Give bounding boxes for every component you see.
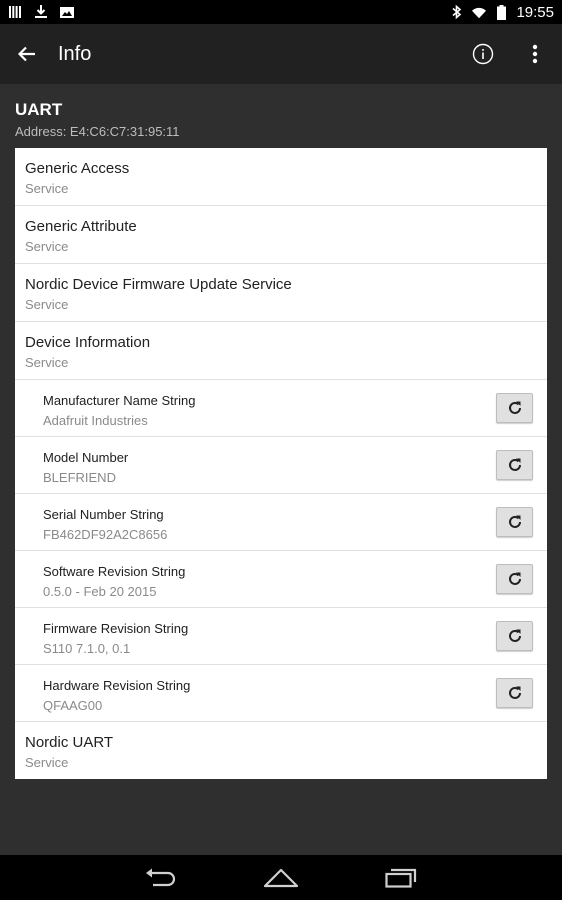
list-item-title: Device Information	[25, 334, 151, 351]
nav-recents-button[interactable]	[381, 863, 421, 893]
list-item-dfu-service[interactable]: Nordic Device Firmware Update Service Se…	[15, 264, 547, 322]
download-icon	[34, 5, 48, 19]
recents-nav-icon	[385, 868, 417, 888]
back-button[interactable]	[14, 41, 40, 67]
home-nav-icon	[263, 868, 299, 887]
app-bar: Info	[0, 24, 562, 84]
refresh-icon	[508, 629, 521, 642]
characteristic-model-number[interactable]: Model Number BLEFRIEND	[15, 437, 547, 494]
page-title: Info	[58, 42, 92, 65]
status-time: 19:55	[516, 3, 554, 21]
list-item-subtitle: Service	[25, 239, 69, 254]
arrow-left-icon	[18, 46, 35, 62]
characteristic-software-revision[interactable]: Software Revision String 0.5.0 - Feb 20 …	[15, 551, 547, 608]
refresh-button[interactable]	[496, 621, 533, 651]
characteristic-value: FB462DF92A2C8656	[43, 527, 168, 542]
refresh-button[interactable]	[496, 678, 533, 708]
characteristic-title: Firmware Revision String	[43, 621, 189, 636]
info-icon	[472, 43, 494, 65]
list-item-subtitle: Service	[25, 181, 69, 196]
nav-back-button[interactable]	[141, 863, 181, 893]
characteristic-value: QFAAG00	[43, 698, 103, 713]
refresh-icon	[508, 401, 521, 414]
nav-home-button[interactable]	[261, 863, 301, 893]
characteristic-value: 0.5.0 - Feb 20 2015	[43, 584, 157, 599]
device-header: UART Address: E4:C6:C7:31:95:11	[15, 100, 180, 139]
overflow-menu-icon	[532, 44, 538, 64]
back-nav-icon	[146, 868, 176, 886]
refresh-button[interactable]	[496, 564, 533, 594]
status-left-icons	[8, 5, 74, 19]
overflow-menu-button[interactable]	[522, 41, 548, 67]
refresh-button[interactable]	[496, 507, 533, 537]
info-button[interactable]	[470, 41, 496, 67]
refresh-button[interactable]	[496, 450, 533, 480]
characteristic-title: Model Number	[43, 450, 129, 465]
status-bar: 19:55	[0, 0, 562, 24]
device-name: UART	[15, 100, 63, 119]
characteristic-title: Serial Number String	[43, 507, 164, 522]
list-item-generic-access[interactable]: Generic Access Service	[15, 148, 547, 206]
list-item-nordic-uart[interactable]: Nordic UART Service	[15, 722, 547, 780]
list-item-generic-attribute[interactable]: Generic Attribute Service	[15, 206, 547, 264]
characteristic-hardware-revision[interactable]: Hardware Revision String QFAAG00	[15, 665, 547, 722]
list-item-title: Generic Access	[25, 160, 130, 177]
list-item-title: Generic Attribute	[25, 218, 137, 235]
wifi-icon	[472, 5, 487, 19]
characteristic-serial-number[interactable]: Serial Number String FB462DF92A2C8656	[15, 494, 547, 551]
navigation-bar	[0, 855, 562, 900]
refresh-icon	[508, 572, 521, 585]
list-item-subtitle: Service	[25, 297, 69, 312]
characteristic-title: Hardware Revision String	[43, 678, 191, 693]
refresh-icon	[508, 515, 521, 528]
characteristic-title: Manufacturer Name String	[43, 393, 196, 408]
list-item-device-information[interactable]: Device Information Service	[15, 322, 547, 380]
list-item-title: Nordic UART	[25, 734, 114, 751]
refresh-icon	[508, 686, 521, 699]
characteristic-firmware-revision[interactable]: Firmware Revision String S110 7.1.0, 0.1	[15, 608, 547, 665]
list-item-subtitle: Service	[25, 355, 69, 370]
battery-icon	[494, 4, 508, 20]
characteristic-value: Adafruit Industries	[43, 413, 148, 428]
services-list: Generic Access Service Generic Attribute…	[15, 148, 547, 779]
bluetooth-icon	[450, 5, 464, 19]
refresh-icon	[508, 458, 521, 471]
list-item-subtitle: Service	[25, 755, 69, 770]
device-address: Address: E4:C6:C7:31:95:11	[15, 124, 180, 139]
characteristic-value: BLEFRIEND	[43, 470, 116, 485]
app-bar-actions	[470, 41, 548, 67]
status-right-icons: 19:55	[450, 4, 554, 21]
characteristic-title: Software Revision String	[43, 564, 186, 579]
refresh-button[interactable]	[496, 393, 533, 423]
characteristic-value: S110 7.1.0, 0.1	[43, 641, 131, 656]
bars-icon	[8, 5, 22, 19]
photo-icon	[60, 5, 74, 19]
characteristic-manufacturer-name[interactable]: Manufacturer Name String Adafruit Indust…	[15, 380, 547, 437]
list-item-title: Nordic Device Firmware Update Service	[25, 276, 292, 293]
